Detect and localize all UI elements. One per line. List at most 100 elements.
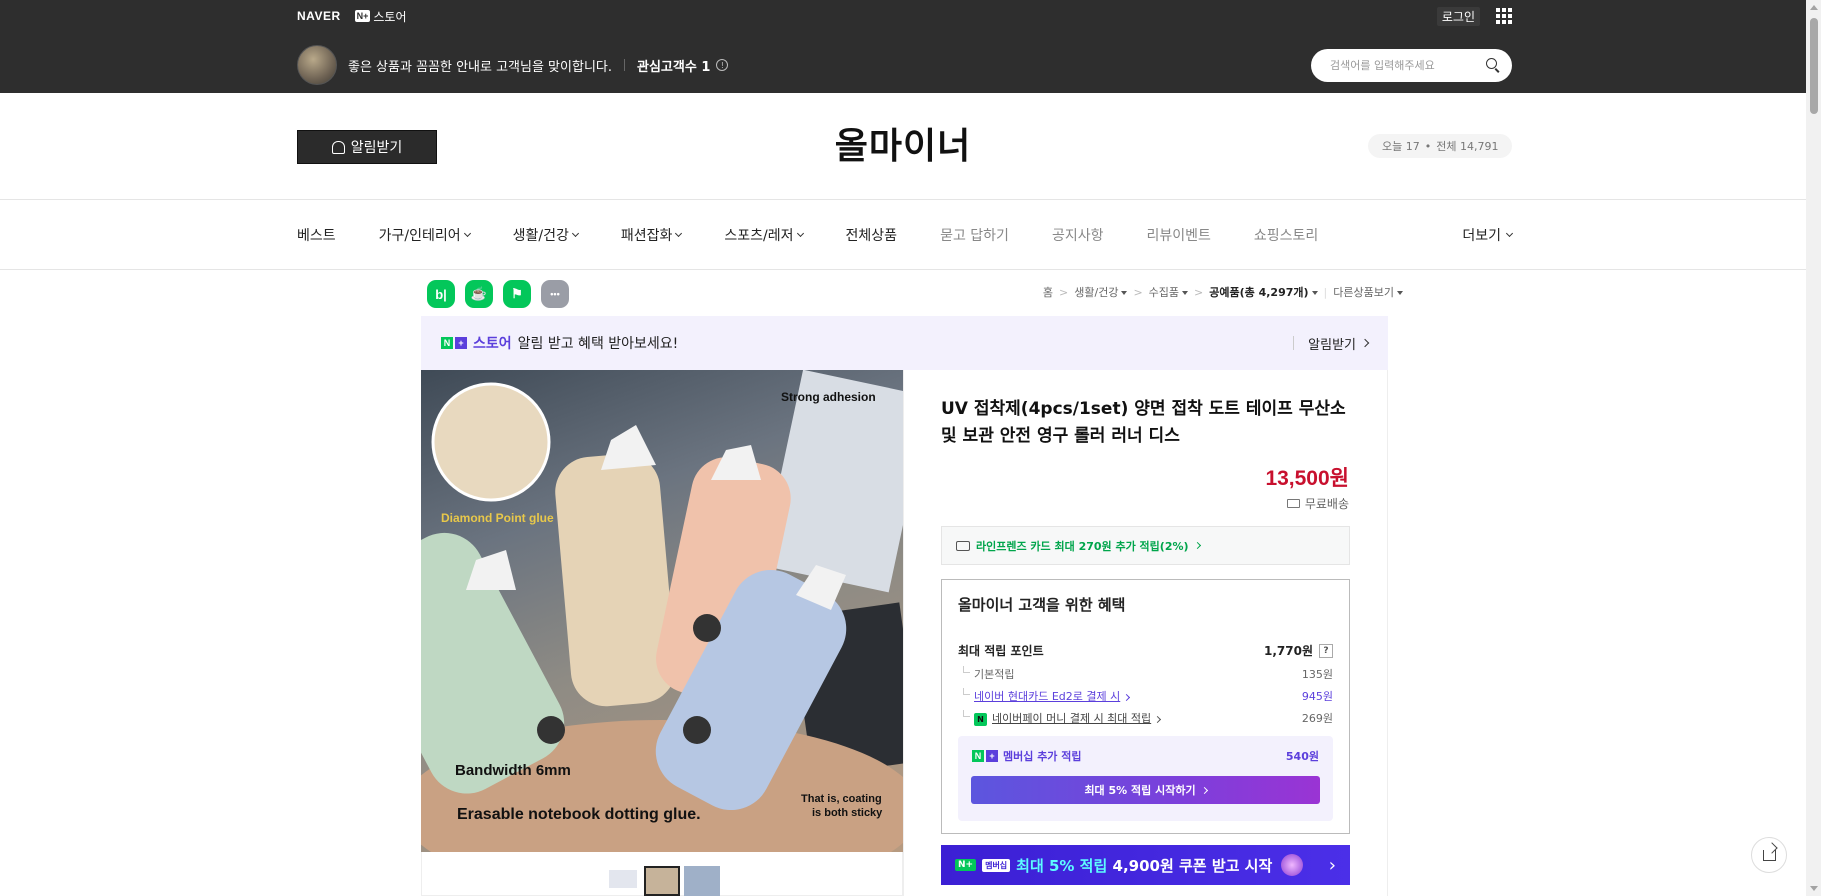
info-icon[interactable]: ! <box>716 59 729 71</box>
photo-caption-diamond: Diamond Point glue <box>441 511 554 525</box>
divider <box>624 59 625 71</box>
membership-start-button[interactable]: 최대 5% 적립 시작하기 <box>971 776 1320 804</box>
nav-shopping-story[interactable]: 쇼핑스토리 <box>1254 225 1318 245</box>
nav-label: 공지사항 <box>1051 228 1104 244</box>
nav-review-event[interactable]: 리뷰이벤트 <box>1146 225 1210 245</box>
blog-icon[interactable]: b| <box>427 280 455 308</box>
plus-icon: + <box>986 750 998 762</box>
breadcrumb-cat2[interactable]: 수집품 <box>1148 284 1189 300</box>
nav-label: 생활/건강 <box>512 228 569 244</box>
bookmark-icon[interactable]: ⚑ <box>503 280 531 308</box>
basic-point-value: 135원 <box>1301 668 1333 681</box>
promo-store-label: 스토어 <box>473 336 512 352</box>
max-point-value: 1,770원 <box>1264 644 1313 658</box>
naver-logo[interactable]: NAVER <box>297 9 341 23</box>
plus-icon: + <box>455 337 467 349</box>
store-greeting: 좋은 상품과 꼼꼼한 안내로 고객님을 맞이합니다. <box>348 59 612 75</box>
card-offer-box[interactable]: 라인프렌즈 카드 최대 270원 추가 적립(2%) <box>941 526 1350 565</box>
page-scrollbar[interactable] <box>1806 0 1821 896</box>
breadcrumb-cat3[interactable]: 공예품(총 4,297개) <box>1209 284 1318 300</box>
basic-point-row: 기본적립 135원 <box>958 666 1333 682</box>
npay-money-link[interactable]: N 네이버페이 머니 결제 시 최대 적립 <box>958 710 1161 726</box>
floating-share-button[interactable] <box>1751 837 1787 873</box>
hyundai-card-link[interactable]: 네이버 현대카드 Ed2로 결제 시 <box>958 688 1130 704</box>
scroll-down-icon[interactable] <box>1810 886 1818 891</box>
thumbnail-3[interactable] <box>684 866 720 896</box>
max-point-label: 최대 적립 포인트 <box>958 644 1044 658</box>
apps-grid-icon[interactable] <box>1496 8 1512 24</box>
nplus-tag: N+ <box>955 859 977 871</box>
product-main-image[interactable]: Strong adhesion Diamond Point glue Bandw… <box>421 370 903 852</box>
nav-label: 쇼핑스토리 <box>1253 228 1319 244</box>
shipping-info: 무료배송 <box>1286 495 1349 512</box>
chevron-right-icon <box>1200 786 1208 794</box>
search-input[interactable] <box>1330 58 1480 72</box>
chevron-down-icon <box>571 229 579 237</box>
nav-sports[interactable]: 스포츠/레저 <box>724 225 804 245</box>
nplus-badge: N + <box>972 750 998 762</box>
store-avatar[interactable] <box>297 45 337 85</box>
more-icon[interactable]: ••• <box>541 280 569 308</box>
photo-caption-coating-1: That is, coating <box>801 793 882 805</box>
nplus-store-badge: N + <box>441 337 467 349</box>
notify-promo-banner: N + 스토어 알림 받고 혜택 받아보세요! 알림받기 <box>421 316 1388 370</box>
help-icon[interactable]: ? <box>1319 643 1333 658</box>
nav-label: 가구/인테리어 <box>378 228 461 244</box>
truck-icon <box>1286 499 1300 508</box>
visitor-separator: • <box>1424 139 1432 153</box>
chevron-right-icon <box>1193 541 1201 550</box>
breadcrumb-separator: > <box>1059 285 1069 299</box>
nav-label: 베스트 <box>297 228 336 244</box>
breadcrumb-home[interactable]: 홈 <box>1043 284 1053 300</box>
nav-notice[interactable]: 공지사항 <box>1052 225 1104 245</box>
fav-customer-count: 관심고객수 1 <box>637 59 711 75</box>
chevron-right-icon <box>1153 715 1161 724</box>
nav-more[interactable]: 더보기 <box>1462 225 1514 245</box>
scrollbar-thumb[interactable] <box>1810 18 1818 114</box>
product-photo-illustration <box>421 370 903 852</box>
shipping-label: 무료배송 <box>1304 497 1349 511</box>
nav-all-products[interactable]: 전체상품 <box>846 225 898 245</box>
nav-fashion[interactable]: 패션잡화 <box>621 225 683 245</box>
n-icon: N <box>972 750 984 762</box>
chevron-down-icon <box>1505 229 1514 237</box>
membership-coupon-banner[interactable]: N+ 멤버십 최대 5% 적립 4,900원 쿠폰 받고 시작 › <box>941 845 1350 885</box>
cafe-icon[interactable]: ☕ <box>465 280 493 308</box>
nav-qna[interactable]: 묻고 답하기 <box>940 225 1009 245</box>
nav-label: 스포츠/레저 <box>724 228 794 244</box>
scroll-up-icon[interactable] <box>1810 5 1818 10</box>
membership-button-label: 최대 5% 적립 시작하기 <box>1084 784 1196 797</box>
promo-alarm-button[interactable]: 알림받기 <box>1293 334 1370 353</box>
caret-down-icon <box>1311 291 1318 295</box>
benefit-title: 올마이너 고객을 위한 혜택 <box>958 596 1126 614</box>
npay-money-row: N 네이버페이 머니 결제 시 최대 적립 269원 <box>958 710 1333 726</box>
search-icon[interactable] <box>1486 58 1500 72</box>
nav-best[interactable]: 베스트 <box>297 225 336 245</box>
nplus-store-link[interactable]: N+ 스토어 <box>354 8 407 25</box>
photo-caption-erasable: Erasable notebook dotting glue. <box>457 806 701 823</box>
breadcrumb-cat1[interactable]: 생활/건강 <box>1074 284 1128 300</box>
thumbnail-1[interactable] <box>609 870 637 888</box>
nav-more-label: 더보기 <box>1462 228 1501 244</box>
banner-main-text: 4,900원 쿠폰 받고 시작 <box>1112 856 1273 875</box>
customer-benefit-box: 올마이너 고객을 위한 혜택 최대 적립 포인트 1,770원 ? 기본적립 1… <box>941 579 1350 834</box>
nav-furniture[interactable]: 가구/인테리어 <box>378 225 471 245</box>
login-button[interactable]: 로그인 <box>1436 6 1480 26</box>
nplus-store-label: 스토어 <box>373 9 407 24</box>
thumbnail-2[interactable] <box>644 866 680 896</box>
today-visitors: 오늘 17 <box>1382 140 1420 153</box>
breadcrumb-label: 수집품 <box>1148 286 1180 299</box>
breadcrumb-label: 생활/건강 <box>1074 286 1119 299</box>
caret-down-icon <box>1397 291 1403 295</box>
store-top-bar: NAVER N+ 스토어 로그인 좋은 상품과 꼼꼼한 안내로 고객님을 맞이합… <box>0 0 1806 93</box>
card-icon <box>956 540 970 551</box>
nav-living-health[interactable]: 생활/건강 <box>512 225 579 245</box>
nplus-logo-icon: N+ <box>354 10 371 22</box>
breadcrumb-other-products[interactable]: 다른상품보기 <box>1333 284 1403 300</box>
store-title[interactable]: 올마이너 <box>0 117 1806 169</box>
photo-caption-coating-2: is both sticky <box>812 807 883 819</box>
basic-point-label: 기본적립 <box>958 666 1014 682</box>
global-nav: NAVER N+ 스토어 로그인 <box>297 0 1512 32</box>
category-nav: 베스트 가구/인테리어 생활/건강 패션잡화 스포츠/레저 전체상품 묻고 답하… <box>0 200 1806 270</box>
promo-text: 알림 받고 혜택 받아보세요! <box>517 336 679 352</box>
